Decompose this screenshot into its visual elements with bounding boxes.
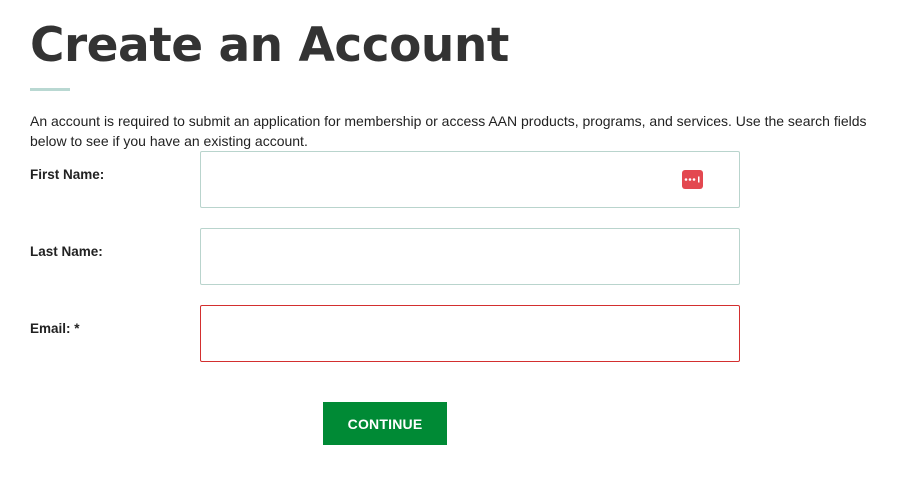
title-underline: [30, 88, 70, 91]
first-name-input[interactable]: [200, 151, 740, 208]
last-name-input[interactable]: [200, 228, 740, 285]
email-input[interactable]: [200, 305, 740, 362]
email-label: Email: *: [30, 321, 80, 336]
continue-button[interactable]: CONTINUE: [323, 402, 447, 445]
page-title: Create an Account: [30, 18, 509, 73]
first-name-label: First Name:: [30, 167, 105, 182]
last-name-label: Last Name:: [30, 244, 103, 259]
password-manager-icon[interactable]: [682, 170, 703, 189]
dots-icon: [684, 176, 700, 183]
intro-text: An account is required to submit an appl…: [30, 113, 867, 149]
